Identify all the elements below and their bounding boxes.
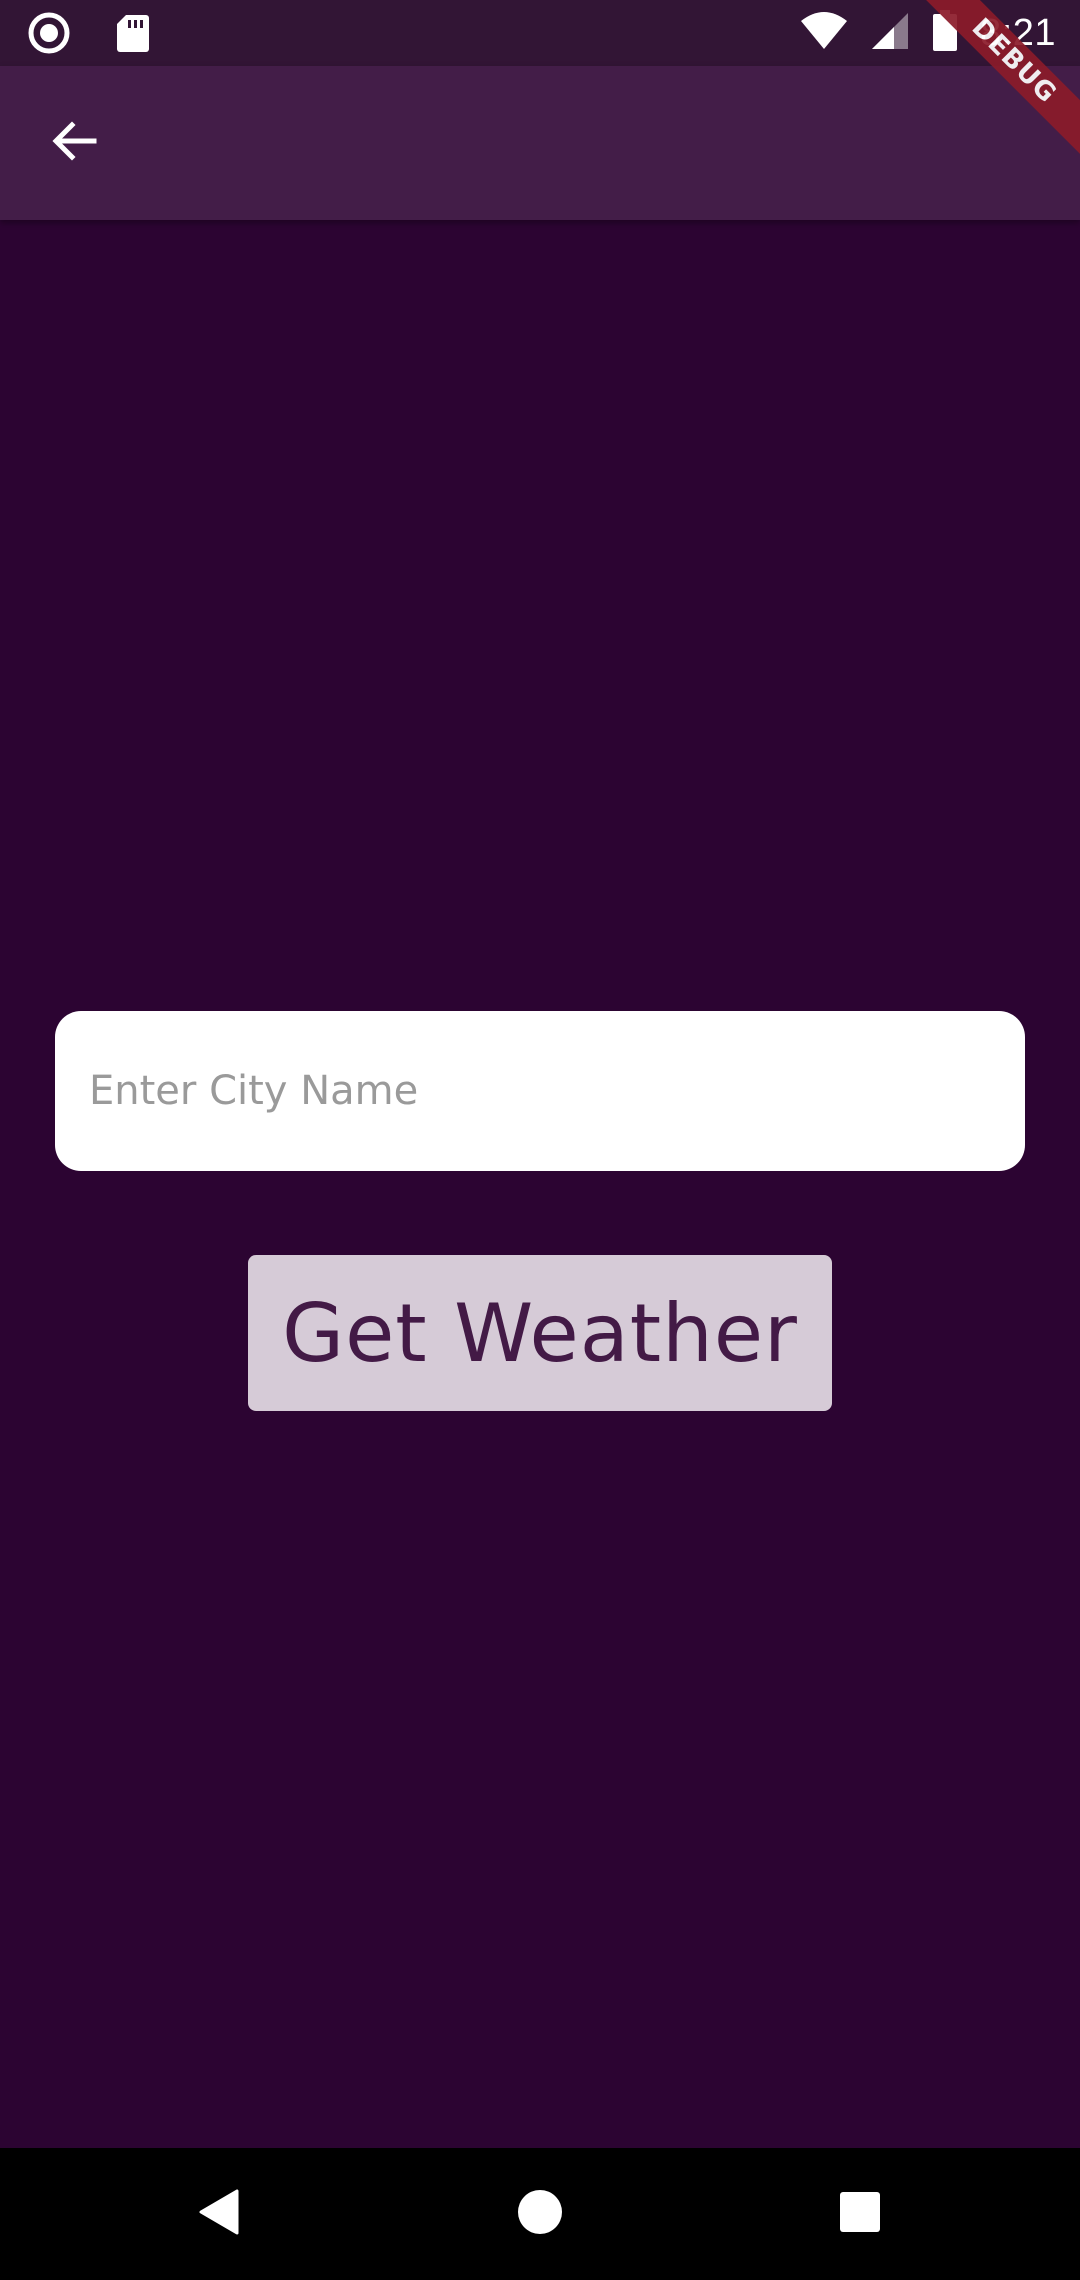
- city-name-input[interactable]: [55, 1011, 1025, 1171]
- arrow-back-icon: [50, 117, 98, 170]
- status-bar: 8:21: [0, 0, 1080, 66]
- signal-icon: [870, 11, 910, 56]
- sd-card-icon: [116, 13, 150, 58]
- home-circle-icon: [516, 2188, 564, 2241]
- status-bar-left: [28, 12, 150, 59]
- recents-square-icon: [838, 2190, 882, 2239]
- nav-recents-button[interactable]: [824, 2178, 896, 2250]
- app-bar: [0, 66, 1080, 220]
- status-time: 8:21: [980, 12, 1056, 54]
- nav-back-button[interactable]: [184, 2178, 256, 2250]
- nav-home-button[interactable]: [504, 2178, 576, 2250]
- back-triangle-icon: [195, 2187, 245, 2242]
- back-button[interactable]: [42, 111, 106, 175]
- get-weather-button[interactable]: Get Weather: [248, 1255, 832, 1411]
- wifi-icon: [800, 11, 848, 56]
- screen: 8:21 DEBUG Get Weather: [0, 0, 1080, 2280]
- status-bar-right: 8:21: [800, 10, 1056, 57]
- record-icon: [28, 12, 70, 59]
- battery-icon: [932, 10, 958, 57]
- navigation-bar: [0, 2148, 1080, 2280]
